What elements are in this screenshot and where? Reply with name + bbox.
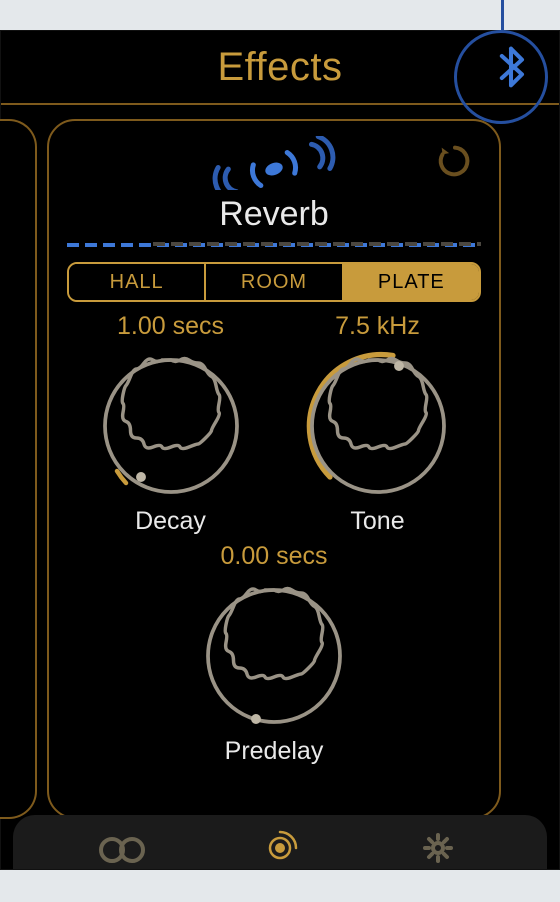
decay-label: Decay: [135, 507, 206, 536]
decay-knob[interactable]: [96, 351, 246, 501]
reverb-mode-segmented[interactable]: HALL ROOM PLATE: [67, 262, 481, 302]
tone-knob[interactable]: [303, 351, 453, 501]
tab-effects-icon[interactable]: [256, 826, 304, 864]
tone-label: Tone: [350, 507, 404, 536]
segment-plate[interactable]: PLATE: [344, 264, 479, 300]
tab-bar: [13, 815, 547, 869]
tone-knob-group: 7.5 kHz Tone: [283, 312, 473, 536]
card-header-row: [67, 135, 481, 191]
reverb-effect-icon: [209, 136, 339, 190]
reset-icon[interactable]: [435, 141, 475, 181]
previous-card-edge[interactable]: [0, 119, 37, 819]
knob-row-1: 1.00 secs Decay 7.5 kHz: [67, 312, 481, 536]
decay-knob-group: 1.00 secs Decay: [76, 312, 266, 536]
effect-name: Reverb: [67, 195, 481, 234]
header: Effects: [1, 31, 559, 105]
segment-room[interactable]: ROOM: [206, 264, 343, 300]
knob-row-2: 0.00 secs Predelay: [67, 542, 481, 766]
segment-hall[interactable]: HALL: [69, 264, 206, 300]
predelay-label: Predelay: [225, 737, 324, 766]
decay-value: 1.00 secs: [117, 312, 224, 341]
tone-value: 7.5 kHz: [335, 312, 420, 341]
callout-line: [501, 0, 504, 30]
tab-settings-icon[interactable]: [414, 826, 462, 864]
page-title: Effects: [217, 45, 342, 90]
app-screen: Effects: [0, 30, 560, 870]
tab-channels-icon[interactable]: [98, 826, 146, 864]
meter-divider: [67, 242, 481, 248]
effect-card: Reverb HALL ROOM PLATE 1.00 secs: [47, 119, 501, 819]
predelay-value: 0.00 secs: [220, 542, 327, 571]
bluetooth-icon[interactable]: [489, 45, 533, 89]
predelay-knob[interactable]: [199, 581, 349, 731]
